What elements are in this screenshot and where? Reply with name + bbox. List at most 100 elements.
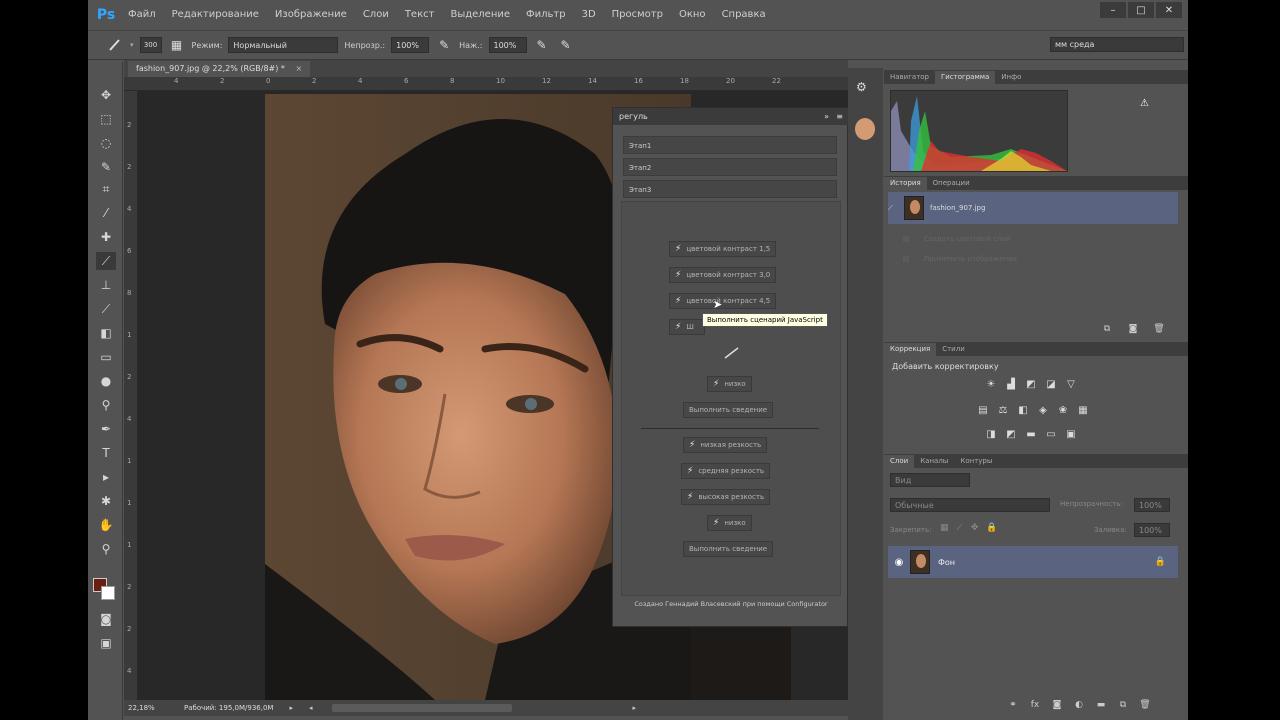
close-button[interactable]: ✕ [1156,2,1182,18]
quick-mask-icon[interactable]: ◙ [96,610,116,628]
color-balance-icon[interactable]: ⚖ [996,404,1010,416]
workspace-select[interactable]: мм среда [1050,37,1184,52]
marquee-tool-icon[interactable]: ⬚ [96,110,116,128]
new-group-icon[interactable]: ▬ [1092,700,1110,710]
menu-window[interactable]: Окно [671,0,714,30]
action-color-contrast-30[interactable]: ⚡ цветовой контраст 3,0 [669,267,777,283]
layer-kind-filter[interactable]: Вид [890,473,970,487]
history-item-2[interactable]: ▤ Создать цветовой слой [888,228,1178,250]
eye-icon[interactable]: ◉ [888,557,910,568]
tab-histogram[interactable]: Гистограмма [935,71,996,84]
tab-navigator[interactable]: Навигатор [884,71,935,84]
mode-select[interactable]: Нормальный [228,37,339,53]
add-mask-icon[interactable]: ◙ [1048,700,1066,710]
link-icon[interactable]: ⚭ [1004,700,1022,710]
layer-opacity-field[interactable]: 100% [1134,498,1170,512]
collapse-icon[interactable]: » [824,108,829,125]
blur-tool-icon[interactable]: ● [96,372,116,390]
action-partial[interactable]: ⚡ Ш [669,319,705,335]
invert-icon[interactable]: ◨ [984,428,998,440]
screen-mode-icon[interactable]: ▣ [96,634,116,652]
scroll-right-icon[interactable]: ▸ [632,704,636,712]
curves-icon[interactable]: ◩ [1024,378,1038,390]
brush-preset-icon[interactable] [106,36,124,54]
menu-layers[interactable]: Слои [355,0,397,30]
horizontal-scrollbar[interactable] [332,704,513,712]
action-low-sharpness[interactable]: ⚡ низкая резкость [683,437,768,453]
threshold-icon[interactable]: ▬ [1024,428,1038,440]
merge-button-2[interactable]: Выполнить сведение [683,541,774,557]
history-item-open[interactable]: ⟋ fashion_907.jpg [888,192,1178,224]
pressure-size-icon[interactable]: ✎ [557,36,575,54]
shape-tool-icon[interactable]: ✱ [96,492,116,510]
menu-view[interactable]: Просмотр [604,0,671,30]
lock-transparent-icon[interactable]: ▦ [940,523,949,533]
menu-text[interactable]: Текст [397,0,443,30]
type-tool-icon[interactable]: T [96,444,116,462]
lock-position-icon[interactable]: ✥ [971,523,979,533]
close-tab-icon[interactable]: × [295,64,302,73]
stamp-tool-icon[interactable]: ⊥ [96,276,116,294]
tab-info[interactable]: Инфо [995,71,1027,84]
history-brush-icon[interactable]: ⟋ [888,204,904,213]
chevron-down-icon[interactable]: ▾ [130,41,134,49]
tab-paths[interactable]: Контуры [954,455,998,468]
menu-file[interactable]: Файл [120,0,164,30]
photo-filter-icon[interactable]: ◈ [1036,404,1050,416]
camera-icon[interactable]: ◙ [1124,324,1142,334]
retouch-panel-header[interactable]: регуль » ≡ [613,108,849,125]
new-layer-icon[interactable]: ⧉ [1114,700,1132,710]
hand-tool-icon[interactable]: ✋ [96,516,116,534]
layer-row-background[interactable]: ◉ Фон 🔒 [888,546,1178,578]
menu-help[interactable]: Справка [714,0,774,30]
warning-icon[interactable]: ⚠ [1140,98,1149,109]
color-lookup-icon[interactable]: ▦ [1076,404,1090,416]
action-color-contrast-45[interactable]: ⚡ цветовой контраст 4,5 [669,293,777,309]
menu-image[interactable]: Изображение [267,0,355,30]
menu-filter[interactable]: Фильтр [518,0,574,30]
tab-channels[interactable]: Каналы [914,455,954,468]
history-brush-tool-icon[interactable]: ⟋ [96,300,116,318]
blend-mode-select[interactable]: Обычные [890,498,1050,512]
document-tab[interactable]: fashion_907.jpg @ 22,2% (RGB/8#) * × [128,61,311,77]
face-panel-icon[interactable] [855,118,875,140]
healing-tool-icon[interactable]: ✚ [96,228,116,246]
quick-select-tool-icon[interactable]: ✎ [96,158,116,176]
opacity-field[interactable]: 100% [391,37,430,53]
selective-color-icon[interactable]: ▣ [1064,428,1078,440]
stage-1[interactable]: Этап1 [623,136,837,154]
eraser-tool-icon[interactable]: ◧ [96,324,116,342]
tab-actions[interactable]: Операции [927,177,976,190]
lock-all-icon[interactable]: 🔒 [986,523,997,533]
action-noise-1[interactable]: ⚡ низко [707,376,752,392]
trash-icon[interactable]: 🗑 [1136,700,1154,710]
background-color-swatch[interactable] [101,586,115,600]
action-noise-2[interactable]: ⚡ низко [707,515,752,531]
stage-2[interactable]: Этап2 [623,158,837,176]
fill-field[interactable]: 100% [1134,523,1170,537]
tab-history[interactable]: История [884,177,927,190]
zoom-tool-icon[interactable]: ⚲ [96,540,116,558]
history-item-3[interactable]: ▤ Применить изображение [888,248,1178,270]
status-menu-arrow-icon[interactable]: ▸ [289,704,293,712]
pressure-opacity-icon[interactable]: ✎ [435,36,453,54]
brightness-icon[interactable]: ☀ [984,378,998,390]
tab-layers[interactable]: Слои [884,455,915,468]
menu-3d[interactable]: 3D [574,0,604,30]
tab-styles[interactable]: Стили [936,343,971,356]
brush-panel-icon[interactable]: ▦ [168,36,186,54]
channel-mixer-icon[interactable]: ❀ [1056,404,1070,416]
levels-icon[interactable]: ▟ [1004,378,1018,390]
vibrance-icon[interactable]: ▽ [1064,378,1078,390]
pen-tool-icon[interactable]: ✒ [96,420,116,438]
panel-menu-icon[interactable]: ≡ [836,108,843,125]
brush-icon[interactable] [723,346,743,362]
posterize-icon[interactable]: ◩ [1004,428,1018,440]
new-adjustment-icon[interactable]: ◐ [1070,700,1088,710]
merge-button-1[interactable]: Выполнить сведение [683,402,774,418]
configurator-panel-icon[interactable]: ⚙ [856,80,867,94]
trash-icon[interactable]: 🗑 [1150,324,1168,334]
maximize-button[interactable]: □ [1128,2,1154,18]
dodge-tool-icon[interactable]: ⚲ [96,396,116,414]
brush-size-field[interactable]: 300 [139,37,162,53]
